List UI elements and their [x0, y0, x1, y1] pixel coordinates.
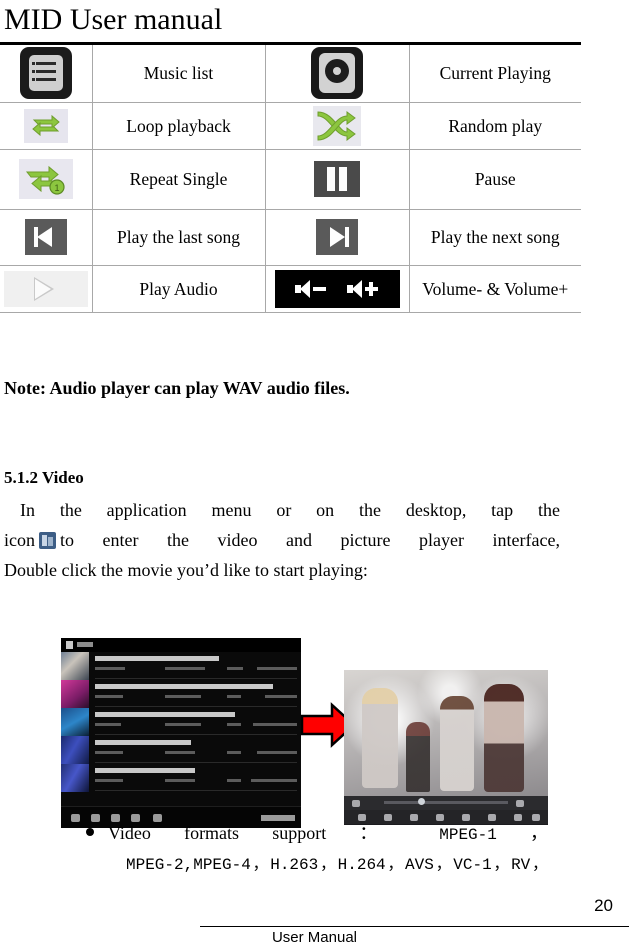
paragraph-line-2: icon to enter the video and picture playe…	[4, 525, 560, 555]
footer-label: User Manual	[271, 929, 358, 946]
previous-track-icon-cell	[0, 208, 93, 266]
next-track-icon	[316, 219, 358, 255]
footer-rule	[200, 926, 629, 927]
list-item	[61, 680, 301, 708]
repeat-single-label: Repeat Single	[91, 148, 266, 210]
random-play-label: Random play	[408, 101, 581, 150]
music-controls-table: Music list Current Playing Loop playback…	[0, 42, 581, 313]
table-row: Play Audio Volume- & Volume+	[0, 264, 581, 313]
paragraph-line-1-text: In the application menu or on the deskto…	[20, 500, 560, 520]
video-player-app-icon	[39, 532, 56, 549]
video-file-list-screenshot	[61, 638, 301, 828]
video-formats-first: MPEG-1	[439, 826, 497, 844]
pause-icon	[314, 161, 360, 197]
video-formats-colon: ：	[359, 823, 407, 843]
screenshot-status-bar	[61, 638, 301, 652]
section-paragraph: In the application menu or on the deskto…	[4, 495, 560, 585]
video-formats-line-1: Video formats support ： MPEG-1 ，	[108, 818, 548, 850]
video-seek-bar	[384, 801, 508, 804]
volume-label: Volume- & Volume+	[408, 264, 581, 313]
volume-icons-cell	[264, 264, 410, 313]
current-playing-icon-cell	[264, 45, 410, 103]
next-track-icon-cell	[264, 208, 410, 266]
play-next-song-label: Play the next song	[408, 208, 581, 266]
list-item	[61, 736, 301, 764]
list-item	[61, 708, 301, 736]
svg-text:1: 1	[54, 183, 59, 193]
note-text: Note: Audio player can play WAV audio fi…	[4, 378, 350, 398]
table-row: Music list Current Playing	[0, 45, 581, 103]
video-playback-screenshot	[344, 670, 548, 825]
music-list-icon	[19, 47, 72, 100]
table-row: 1 Repeat Single Pause	[0, 148, 581, 210]
repeat-single-icon-cell: 1	[0, 148, 93, 210]
play-audio-icon-cell	[0, 264, 93, 313]
video-frame	[344, 670, 548, 796]
pause-icon-cell	[264, 148, 410, 210]
play-audio-icon	[3, 270, 88, 307]
previous-track-icon	[24, 219, 67, 255]
loop-playback-icon-cell	[0, 101, 93, 150]
paragraph-line-2-before: icon	[4, 530, 35, 550]
play-audio-label: Play Audio	[91, 264, 266, 313]
video-formats-line-2: MPEG-2,MPEG-4，H.263，H.264，AVS，VC-1，RV，	[126, 856, 548, 874]
page-number: 20	[594, 896, 613, 915]
play-last-song-label: Play the last song	[91, 208, 266, 266]
repeat-single-icon: 1	[18, 159, 73, 199]
paragraph-line-3: Double click the movie you’d like to sta…	[4, 560, 368, 580]
loop-playback-icon	[23, 108, 68, 143]
loop-playback-label: Loop playback	[91, 101, 266, 150]
music-list-icon-cell	[0, 45, 93, 103]
music-list-label: Music list	[91, 45, 266, 103]
pause-label: Pause	[408, 148, 581, 210]
list-item	[61, 652, 301, 680]
table-row: Loop playback Random play	[0, 101, 581, 150]
video-seek-handle	[418, 798, 425, 805]
current-playing-label: Current Playing	[408, 45, 581, 103]
page-title: MID User manual	[4, 3, 223, 36]
random-play-icon	[313, 105, 361, 146]
video-formats-comma: ，	[530, 823, 549, 843]
section-heading: 5.1.2 Video	[4, 468, 84, 487]
random-play-icon-cell	[264, 101, 410, 150]
bullet-dot-icon	[86, 828, 94, 836]
list-item	[61, 764, 301, 792]
table-row: Play the last song Play the next song	[0, 208, 581, 266]
paragraph-line-1: In the application menu or on the deskto…	[4, 495, 560, 525]
screenshot-file-list	[61, 652, 301, 806]
paragraph-line-2-after: to enter the video and picture player in…	[60, 530, 560, 550]
video-formats-bullet: Video formats support ： MPEG-1 ， MPEG-2,…	[86, 818, 548, 880]
video-formats-text: Video formats support	[108, 823, 327, 843]
volume-down-up-icon	[274, 269, 400, 308]
current-playing-icon	[311, 47, 363, 100]
